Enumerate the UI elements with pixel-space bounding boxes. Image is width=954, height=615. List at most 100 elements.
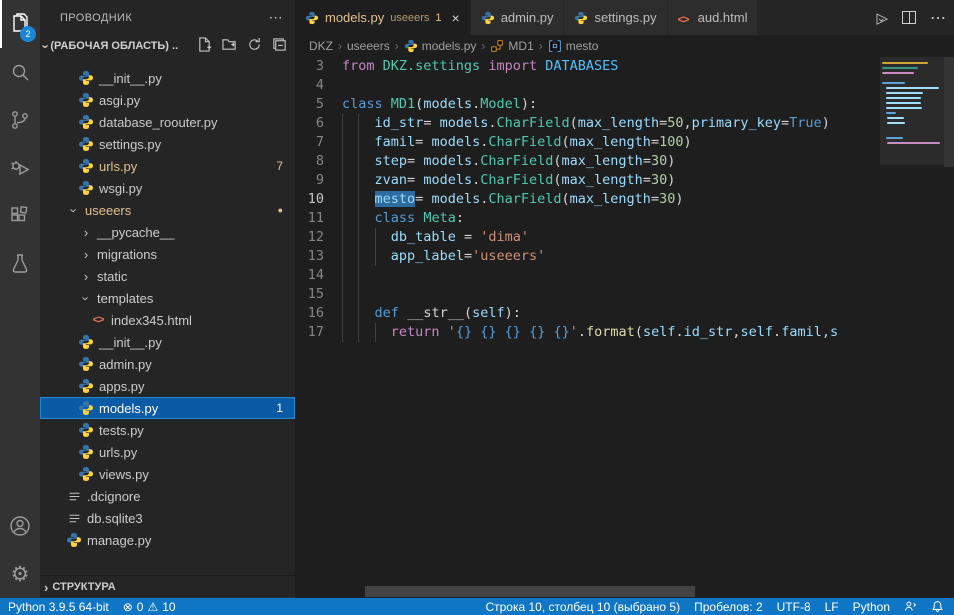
activity-search-icon[interactable] [0,48,40,96]
chevron-right-icon: › [78,248,94,261]
close-icon[interactable]: × [452,10,460,26]
line-content: famil= models.CharField(max_length=100) [342,133,954,152]
activity-settings-gear-icon[interactable]: ⚙ [0,550,40,598]
tree-item-__pycache__[interactable]: ›__pycache__ [40,221,295,243]
tree-item-urls.py[interactable]: urls.py7 [40,155,295,177]
activity-extensions-icon[interactable] [0,192,40,240]
activity-run-debug-icon[interactable] [0,144,40,192]
breadcrumb-useeers[interactable]: useeers [347,39,390,53]
tab-label: aud.html [698,10,748,25]
indentation[interactable]: Пробелов: 2 [694,600,763,614]
activity-source-control-icon[interactable] [0,96,40,144]
notifications-bell-icon[interactable] [931,600,944,613]
tree-item-migrations[interactable]: ›migrations [40,243,295,265]
new-file-icon[interactable] [197,37,212,55]
breadcrumb-DKZ[interactable]: DKZ [309,39,333,53]
tab-settings.py[interactable]: settings.py [564,0,667,35]
eol-sequence[interactable]: LF [825,600,839,614]
activity-explorer-icon[interactable]: 2 [0,0,40,48]
tree-item-admin.py[interactable]: admin.py [40,353,295,375]
code-line-14: 14 [295,266,954,285]
more-actions-icon[interactable]: ⋯ [930,8,946,28]
run-python-button[interactable]: ▷› [876,9,888,27]
breadcrumb-mesto[interactable]: mesto [548,39,599,53]
code-line-16: 16 def __str__(self): [295,304,954,323]
activity-testing-icon[interactable] [0,240,40,288]
tree-item-settings.py[interactable]: settings.py [40,133,295,155]
tree-item-.dcignore[interactable]: .dcignore [40,485,295,507]
token: CharField [480,153,553,169]
tab-models.py[interactable]: models.pyuseeers1× [295,0,471,35]
refresh-icon[interactable] [247,37,262,55]
code-line-6: 6 id_str= models.CharField(max_length=50… [295,114,954,133]
tree-item-models.py[interactable]: models.py1 [40,397,295,419]
problems-indicator[interactable]: ⊗ 0 ⚠ 10 [123,600,176,614]
tree-item-label: asgi.py [99,93,140,108]
encoding[interactable]: UTF-8 [777,600,811,614]
sidebar-more-icon[interactable]: ⋯ [269,9,283,26]
error-count: 0 [137,600,144,614]
tree-item-database_roouter.py[interactable]: database_roouter.py [40,111,295,133]
python-icon [404,39,418,53]
tree-item-clipped[interactable] [40,57,295,67]
line-content: def __str__(self): [342,304,954,323]
token [383,96,391,112]
language-mode[interactable]: Python [853,600,890,614]
tree-item-wsgi.py[interactable]: wsgi.py [40,177,295,199]
code-line-17: 17 return '{} {} {} {} {}'.format(self.i… [295,323,954,342]
collapse-all-icon[interactable] [272,37,287,55]
python-icon [78,334,94,350]
indent-guide [358,190,374,209]
file-icon [66,488,82,504]
indent-guide [375,247,391,266]
code-editor[interactable]: 3from DKZ.settings import DATABASES45cla… [295,57,954,598]
tab-aud.html[interactable]: <>aud.html [668,0,759,35]
line-content [342,266,954,285]
tree-item-asgi.py[interactable]: asgi.py [40,89,295,111]
token: = [651,191,659,207]
python-interpreter[interactable]: Python 3.9.5 64-bit [8,600,109,614]
breadcrumb-separator-icon: › [395,39,399,53]
status-right: Строка 10, столбец 10 (выбрано 5) Пробел… [471,600,944,614]
tree-item-manage.py[interactable]: manage.py [40,529,295,551]
vertical-scrollbar[interactable] [944,57,954,167]
tree-item-db.sqlite3[interactable]: db.sqlite3 [40,507,295,529]
tree-item-__init__.py[interactable]: __init__.py [40,67,295,89]
token: CharField [488,191,561,207]
line-number: 13 [295,247,342,266]
tree-item-index345.html[interactable]: <>index345.html [40,309,295,331]
line-number: 5 [295,95,342,114]
line-number: 4 [295,76,342,95]
token: ' [570,324,578,340]
tree-item-apps.py[interactable]: apps.py [40,375,295,397]
feedback-icon[interactable] [904,600,917,613]
tree-item-templates[interactable]: ›templates [40,287,295,309]
tab-admin.py[interactable]: admin.py [471,0,565,35]
outline-section-header[interactable]: › СТРУКТУРА [40,575,295,598]
tree-item-views.py[interactable]: views.py [40,463,295,485]
minimap[interactable] [880,57,944,598]
breadcrumb-models.py[interactable]: models.py [404,39,477,53]
run-dropdown-icon[interactable]: › [875,18,887,22]
token: = [456,229,480,245]
minimap-slider[interactable] [880,57,944,165]
breadcrumb-MD1[interactable]: MD1 [490,39,533,53]
tree-item-static[interactable]: ›static [40,265,295,287]
tree-item-__init__.py[interactable]: __init__.py [40,331,295,353]
tree-item-useeers[interactable]: ›useeers● [40,199,295,221]
line-number: 16 [295,304,342,323]
cursor-position[interactable]: Строка 10, столбец 10 (выбрано 5) [485,600,680,614]
token: = [651,134,659,150]
tree-item-urls.py[interactable]: urls.py [40,441,295,463]
workspace-section-header[interactable]: › (РАБОЧАЯ ОБЛАСТЬ) ... [40,35,295,57]
python-icon [305,11,319,25]
tree-item-tests.py[interactable]: tests.py [40,419,295,441]
split-editor-icon[interactable] [902,11,916,24]
horizontal-scrollbar[interactable] [365,586,695,597]
outline-section-label: СТРУКТУРА [52,581,115,593]
html-icon: <> [90,312,106,328]
indent-guide [358,133,374,152]
new-folder-icon[interactable] [222,37,237,55]
activity-account-icon[interactable] [0,502,40,550]
token: models [431,191,480,207]
